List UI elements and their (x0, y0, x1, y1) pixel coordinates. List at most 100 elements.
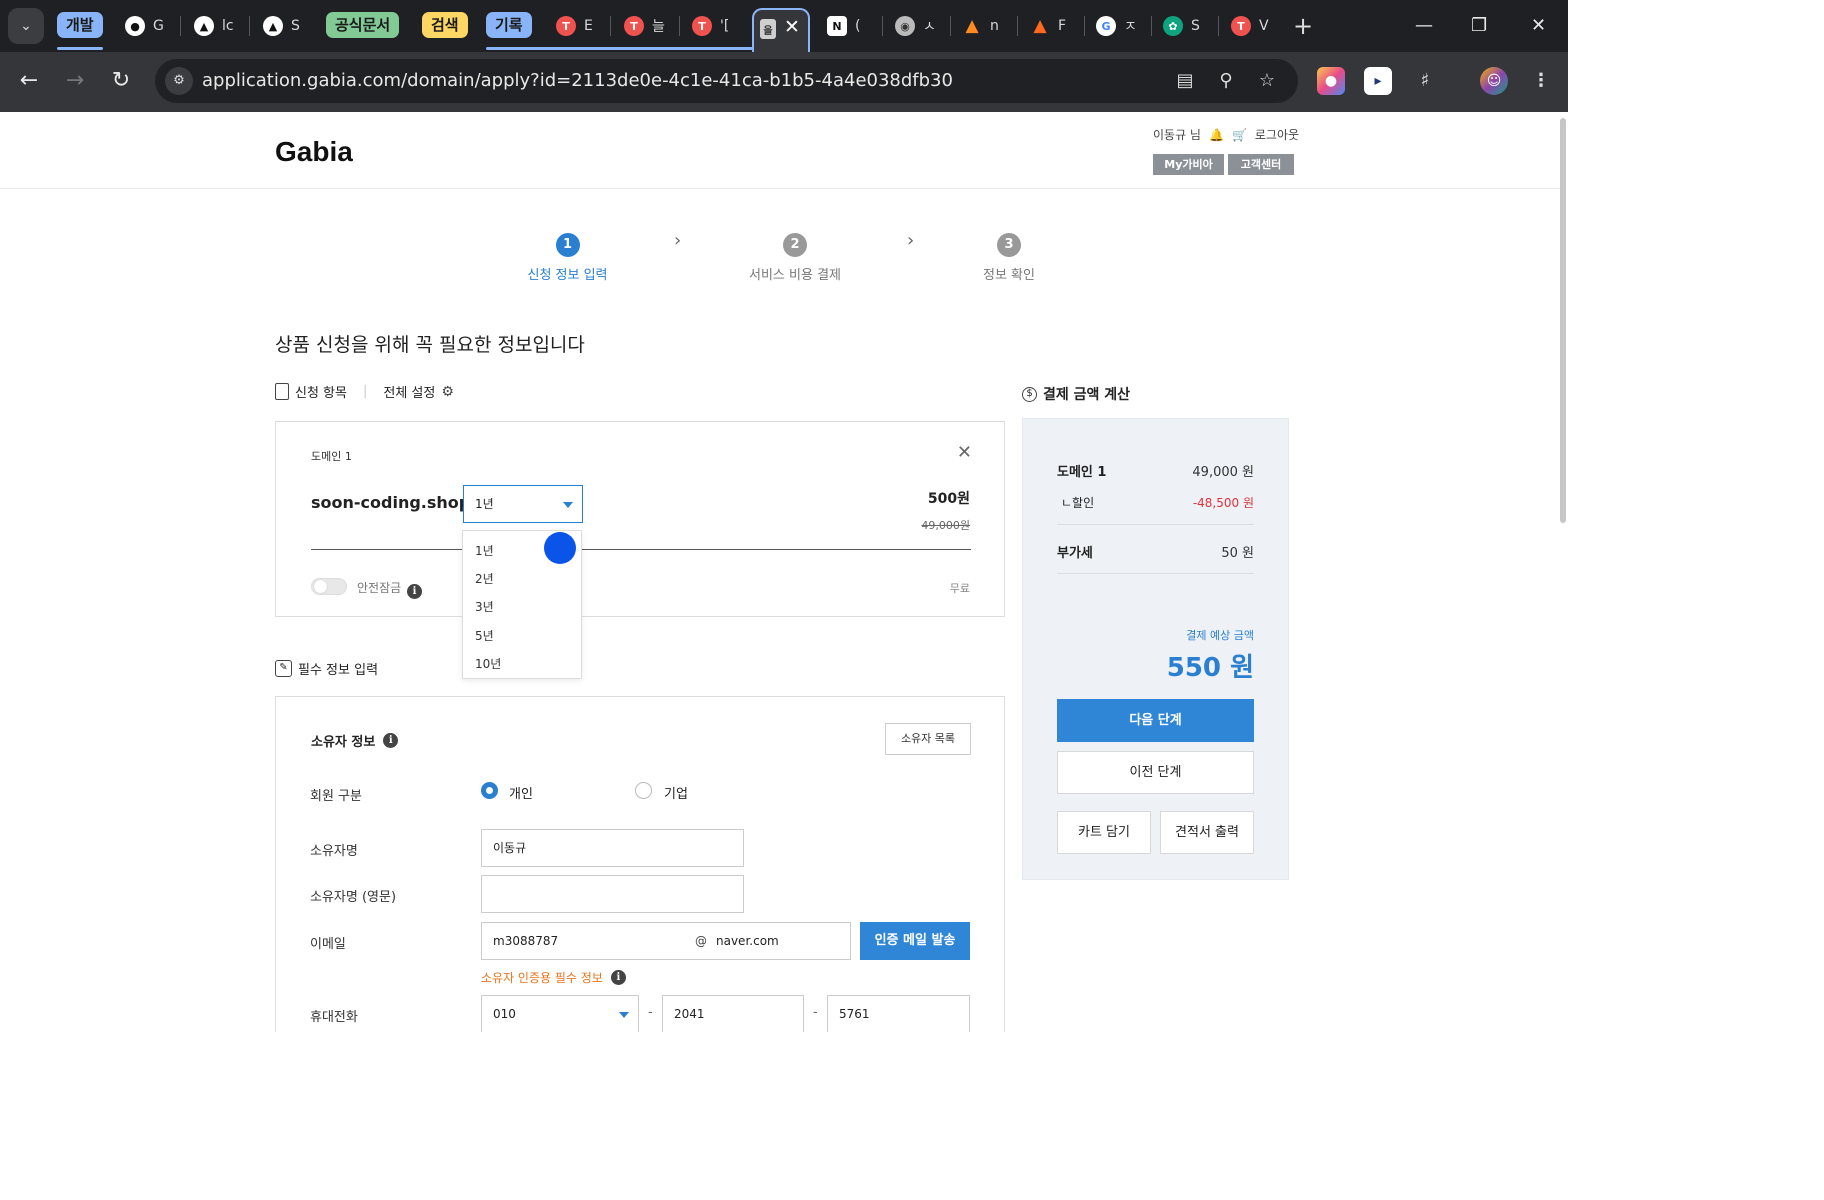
close-icon[interactable]: ✕ (957, 442, 972, 463)
caret-down-icon (619, 1012, 629, 1018)
tab-separator (1017, 16, 1018, 36)
reload-button[interactable]: ↻ (106, 66, 136, 96)
gear-icon[interactable]: ⚙ (441, 384, 454, 400)
tab-group-docs[interactable]: 공식문서 (326, 12, 400, 38)
url-text[interactable]: application.gabia.com/domain/apply?id=21… (202, 59, 953, 103)
site-info-icon[interactable]: ⚙ (165, 67, 193, 95)
calc-divider (1057, 573, 1254, 574)
tab-search-button[interactable]: ⌄ (8, 8, 44, 44)
bell-icon[interactable]: 🔔 (1209, 128, 1224, 142)
tab-google[interactable]: G ㅈ (1096, 12, 1141, 40)
restore-button[interactable]: ❐ (1471, 12, 1487, 40)
info-icon[interactable]: i (407, 579, 422, 599)
notion-red-icon: T (556, 16, 576, 36)
tab-group-dev[interactable]: 개발 (57, 12, 103, 38)
gabia-logo[interactable]: Gabia (275, 136, 353, 168)
tab-notion[interactable]: N ( (827, 12, 872, 40)
tab-separator (249, 16, 250, 36)
next-step-button[interactable]: 다음 단계 (1057, 699, 1254, 742)
tab-separator (610, 16, 611, 36)
global-settings-link[interactable]: 전체 설정 (383, 382, 435, 401)
period-option[interactable]: 10년 (475, 655, 501, 672)
tab-vercel-1[interactable]: ▲ lc (194, 12, 239, 40)
translate-icon[interactable]: ▤ (1172, 68, 1198, 94)
period-option[interactable]: 3년 (475, 598, 494, 615)
zoom-icon[interactable]: ⚲ (1213, 68, 1239, 94)
domain-price-original: 49,000원 (921, 519, 970, 532)
owner-title-row: 소유자 정보 i (311, 731, 399, 750)
tab-fire-2[interactable]: ▲ F (1030, 12, 1075, 40)
page-scrollbar[interactable] (1560, 118, 1566, 523)
forward-button[interactable]: → (60, 66, 90, 96)
bookmark-star-icon[interactable]: ☆ (1254, 68, 1280, 94)
add-to-cart-button[interactable]: 카트 담기 (1057, 811, 1151, 854)
tab-record-3[interactable]: T '[ (692, 12, 737, 40)
extension-code-icon[interactable]: ▸ (1364, 67, 1392, 95)
back-button[interactable]: ← (14, 66, 44, 96)
step-1: 1 신청 정보 입력 (520, 233, 615, 283)
phone-prefix-select[interactable]: 010 (481, 995, 639, 1032)
safe-lock-toggle[interactable] (311, 578, 347, 595)
minimize-button[interactable]: — (1415, 12, 1433, 40)
owner-name-input[interactable]: 이동규 (481, 829, 744, 867)
tab-active-gabia[interactable]: 을 ✕ (752, 8, 810, 52)
print-quote-button[interactable]: 견적서 출력 (1160, 811, 1254, 854)
logout-link[interactable]: 로그아웃 (1255, 126, 1299, 143)
period-select[interactable]: 1년 (463, 485, 583, 523)
email-input[interactable]: m3088787 @ naver.com (481, 922, 851, 960)
radio-company[interactable] (635, 782, 652, 799)
minimize-icon: — (1415, 15, 1433, 36)
owner-name-en-input[interactable] (481, 875, 744, 913)
phone-prefix-value: 010 (493, 1007, 516, 1021)
profile-avatar[interactable]: ☺ (1480, 67, 1508, 95)
plus-icon: + (1293, 12, 1314, 40)
close-window-button[interactable]: ✕ (1531, 12, 1546, 40)
tab-title: lc (222, 18, 234, 34)
phone-middle-input[interactable]: 2041 (662, 995, 804, 1032)
domain-card: 도메인 1 ✕ soon-coding.shop 1년 500원 49,000원… (275, 421, 1005, 617)
cart-icon[interactable]: 🛒 (1232, 128, 1247, 142)
tab-title: F (1058, 18, 1067, 34)
owner-name-label: 소유자명 (310, 844, 358, 859)
tab-group-search[interactable]: 검색 (422, 12, 468, 38)
period-option[interactable]: 1년 (475, 542, 494, 559)
tab-record-1[interactable]: T E (556, 12, 601, 40)
tab-record-2[interactable]: T 늘 (624, 12, 669, 40)
browser-tab-strip: ⌄ 개발 ● G ▲ lc ▲ S 공식문서 검색 기록 T E T 늘 T '… (0, 0, 1568, 52)
tab-record-4[interactable]: T V (1231, 12, 1276, 40)
owner-list-button[interactable]: 소유자 목록 (885, 723, 971, 755)
calc-title: 결제 금액 계산 (1043, 387, 1131, 403)
info-icon[interactable]: i (383, 733, 399, 748)
list-icon (275, 383, 289, 400)
radio-individual[interactable] (481, 782, 498, 799)
period-option[interactable]: 2년 (475, 570, 494, 587)
email-domain-value: naver.com (716, 934, 779, 948)
tab-chrome[interactable]: ◉ ㅅ (895, 12, 940, 40)
extension-color-icon[interactable]: ● (1317, 67, 1345, 95)
tab-vercel-2[interactable]: ▲ S (263, 12, 308, 40)
period-option[interactable]: 5년 (475, 627, 494, 644)
prev-step-button[interactable]: 이전 단계 (1057, 751, 1254, 794)
tab-separator (950, 16, 951, 36)
notion-red-icon: T (624, 16, 644, 36)
new-tab-button[interactable]: + (1293, 12, 1313, 40)
tab-fire-1[interactable]: ▲ n (962, 12, 1007, 40)
tab-github[interactable]: ● G (125, 12, 170, 40)
send-verification-button[interactable]: 인증 메일 발송 (860, 922, 970, 960)
owner-name-en-label: 소유자명 (영문) (310, 890, 397, 905)
tab-chatgpt[interactable]: ✿ S (1163, 12, 1208, 40)
chatgpt-icon: ✿ (1163, 16, 1183, 36)
info-icon[interactable]: i (610, 970, 626, 985)
support-center-button[interactable]: 고객센터 (1228, 154, 1294, 175)
tab-title: ㅅ (923, 19, 936, 35)
tab-group-records[interactable]: 기록 (486, 12, 532, 38)
phone-last-input[interactable]: 5761 (827, 995, 970, 1032)
period-select-value: 1년 (475, 497, 494, 511)
my-gabia-button[interactable]: My가비아 (1153, 154, 1224, 175)
extensions-puzzle-icon[interactable]: ♯ (1411, 67, 1439, 95)
safe-lock-label: 안전잠금 (357, 581, 402, 595)
apply-items-label: 신청 항목 (295, 386, 347, 401)
address-bar[interactable]: ⚙ application.gabia.com/domain/apply?id=… (155, 59, 1298, 103)
more-menu-icon[interactable]: ⋮ (1527, 67, 1555, 95)
close-icon[interactable]: ✕ (784, 16, 800, 38)
